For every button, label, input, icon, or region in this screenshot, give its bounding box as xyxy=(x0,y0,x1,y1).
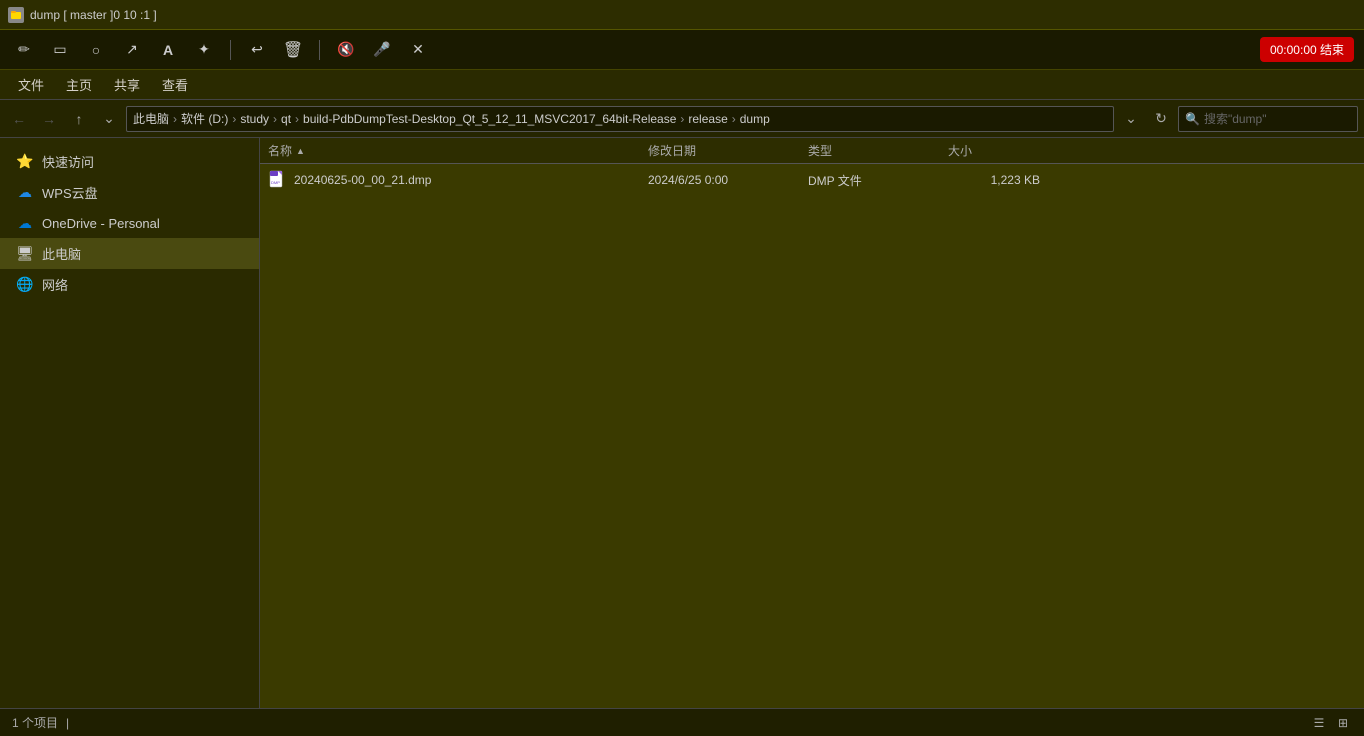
breadcrumb-thispc[interactable]: 此电脑 xyxy=(133,110,169,127)
file-icon-dmp: DMP xyxy=(268,170,288,190)
breadcrumb[interactable]: 此电脑 › 软件 (D:) › study › qt › build-PdbDu… xyxy=(126,106,1114,132)
search-icon: 🔍 xyxy=(1185,112,1200,126)
view-details-btn[interactable]: ☰ xyxy=(1310,714,1328,732)
menu-home[interactable]: 主页 xyxy=(56,71,102,98)
highlight-tool-btn[interactable]: ✦ xyxy=(190,36,218,64)
close-annotation-btn[interactable]: ✕ xyxy=(404,36,432,64)
sidebar-item-network[interactable]: 🌐 网络 xyxy=(0,269,259,300)
record-end-btn[interactable]: 00:00:00 结束 xyxy=(1260,37,1354,62)
sidebar-item-wps[interactable]: ☁ WPS云盘 xyxy=(0,177,259,208)
file-list: DMP 20240625-00_00_21.dmp 2024/6/25 0:00… xyxy=(260,164,1364,708)
quickaccess-icon: ⭐ xyxy=(16,153,34,171)
breadcrumb-study[interactable]: study xyxy=(240,112,269,126)
mic-btn[interactable]: 🎤 xyxy=(368,36,396,64)
sidebar-label-wps: WPS云盘 xyxy=(42,183,243,202)
title-bar: dump [ master ]0 10 :1 ] xyxy=(0,0,1364,30)
table-row[interactable]: DMP 20240625-00_00_21.dmp 2024/6/25 0:00… xyxy=(260,164,1364,196)
sidebar-label-network: 网络 xyxy=(42,275,243,294)
menu-view[interactable]: 查看 xyxy=(152,71,198,98)
up-btn[interactable]: ↑ xyxy=(66,106,92,132)
wps-icon: ☁ xyxy=(16,184,34,202)
status-right: ☰ ⊞ xyxy=(1310,714,1352,732)
col-header-name[interactable]: 名称 ▲ xyxy=(260,142,640,159)
breadcrumb-drive[interactable]: 软件 (D:) xyxy=(181,110,228,127)
rect-tool-btn[interactable]: ▭ xyxy=(46,36,74,64)
menu-bar: 文件 主页 共享 查看 xyxy=(0,70,1364,100)
menu-share[interactable]: 共享 xyxy=(104,71,150,98)
text-tool-btn[interactable]: A xyxy=(154,36,182,64)
view-large-btn[interactable]: ⊞ xyxy=(1334,714,1352,732)
col-header-type[interactable]: 类型 xyxy=(800,142,940,159)
sidebar-label-quickaccess: 快速访问 xyxy=(42,152,243,171)
address-right: ⌄ ↻ 🔍 搜索"dump" xyxy=(1118,106,1358,132)
undo-btn[interactable]: ↩ xyxy=(243,36,271,64)
app-icon xyxy=(8,7,24,23)
annotation-bar: ✏ ▭ ○ ↗ A ✦ ↩ 🗑 🔇 🎤 ✕ 00:00:00 结束 xyxy=(0,30,1364,70)
col-header-size[interactable]: 大小 xyxy=(940,142,1060,159)
breadcrumb-build[interactable]: build-PdbDumpTest-Desktop_Qt_5_12_11_MSV… xyxy=(303,112,676,126)
file-size: 1,223 KB xyxy=(940,173,1060,187)
address-bar: ← → ↑ ⌄ 此电脑 › 软件 (D:) › study › qt › bui… xyxy=(0,100,1364,138)
sidebar-item-thispc[interactable]: 🖥 此电脑 xyxy=(0,238,259,269)
sidebar-item-quickaccess[interactable]: ⭐ 快速访问 xyxy=(0,146,259,177)
ann-separator-1 xyxy=(230,40,231,60)
recent-btn[interactable]: ⌄ xyxy=(96,106,122,132)
window-title: dump [ master ]0 10 :1 ] xyxy=(30,8,157,22)
main-area: ⭐ 快速访问 ☁ WPS云盘 ☁ OneDrive - Personal 🖥 此… xyxy=(0,138,1364,708)
pen-tool-btn[interactable]: ✏ xyxy=(10,36,38,64)
search-box[interactable]: 🔍 搜索"dump" xyxy=(1178,106,1358,132)
onedrive-icon: ☁ xyxy=(16,214,34,232)
sidebar-label-thispc: 此电脑 xyxy=(42,244,243,263)
circle-tool-btn[interactable]: ○ xyxy=(82,36,110,64)
sidebar-label-onedrive: OneDrive - Personal xyxy=(42,216,243,231)
sidebar: ⭐ 快速访问 ☁ WPS云盘 ☁ OneDrive - Personal 🖥 此… xyxy=(0,138,260,708)
file-name-cell: DMP 20240625-00_00_21.dmp xyxy=(260,170,640,190)
delete-btn[interactable]: 🗑 xyxy=(279,36,307,64)
file-area: 名称 ▲ 修改日期 类型 大小 DMP xyxy=(260,138,1364,708)
search-placeholder: 搜索"dump" xyxy=(1204,110,1267,127)
forward-btn[interactable]: → xyxy=(36,106,62,132)
file-header: 名称 ▲ 修改日期 类型 大小 xyxy=(260,138,1364,164)
col-header-date[interactable]: 修改日期 xyxy=(640,142,800,159)
file-name: 20240625-00_00_21.dmp xyxy=(294,173,431,187)
thispc-icon: 🖥 xyxy=(16,245,34,263)
file-date: 2024/6/25 0:00 xyxy=(640,173,800,187)
network-icon: 🌐 xyxy=(16,276,34,294)
file-type: DMP 文件 xyxy=(800,172,940,189)
back-btn[interactable]: ← xyxy=(6,106,32,132)
breadcrumb-dump[interactable]: dump xyxy=(740,112,770,126)
status-separator: | xyxy=(66,716,69,730)
menu-file[interactable]: 文件 xyxy=(8,71,54,98)
dropdown-btn[interactable]: ⌄ xyxy=(1118,106,1144,132)
breadcrumb-qt[interactable]: qt xyxy=(281,112,291,126)
svg-text:DMP: DMP xyxy=(271,180,280,185)
ann-separator-2 xyxy=(319,40,320,60)
breadcrumb-release[interactable]: release xyxy=(688,112,727,126)
refresh-btn[interactable]: ↻ xyxy=(1148,106,1174,132)
item-count: 1 个项目 xyxy=(12,714,58,731)
sidebar-item-onedrive[interactable]: ☁ OneDrive - Personal xyxy=(0,208,259,238)
arrow-tool-btn[interactable]: ↗ xyxy=(118,36,146,64)
audio-btn[interactable]: 🔇 xyxy=(332,36,360,64)
status-bar: 1 个项目 | ☰ ⊞ xyxy=(0,708,1364,736)
